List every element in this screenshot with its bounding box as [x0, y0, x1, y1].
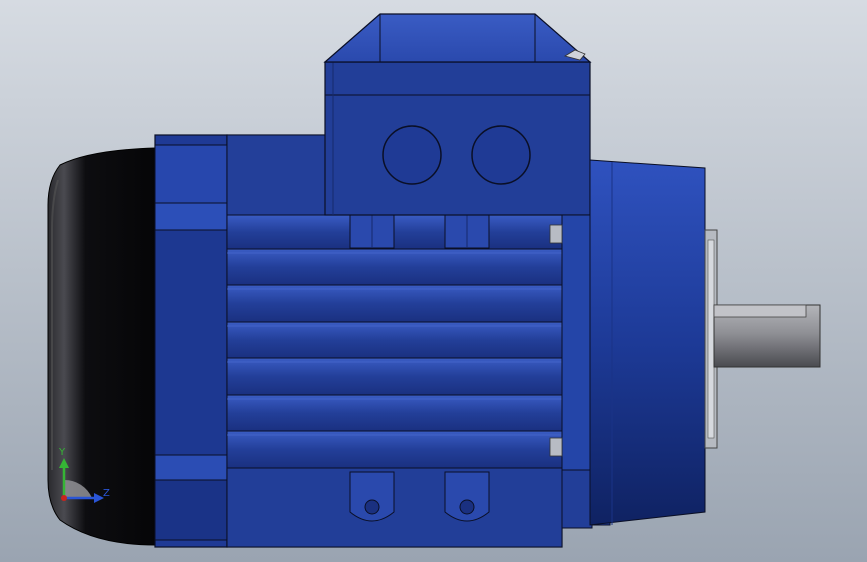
mounting-foot-left[interactable]	[349, 471, 395, 522]
mounting-flange[interactable]	[589, 159, 718, 526]
cooling-fins[interactable]	[226, 214, 563, 469]
mounting-foot-right[interactable]	[444, 471, 490, 522]
output-shaft[interactable]	[713, 304, 821, 368]
terminal-box[interactable]	[324, 61, 591, 216]
cable-gland-right[interactable]	[471, 125, 531, 185]
motor-scene[interactable]: Y Z	[0, 0, 867, 562]
model-viewport[interactable]: Y Z	[0, 0, 867, 562]
cable-gland-left[interactable]	[382, 125, 442, 185]
triad-y-label: Y	[58, 447, 66, 458]
triad-z-label: Z	[103, 488, 110, 499]
